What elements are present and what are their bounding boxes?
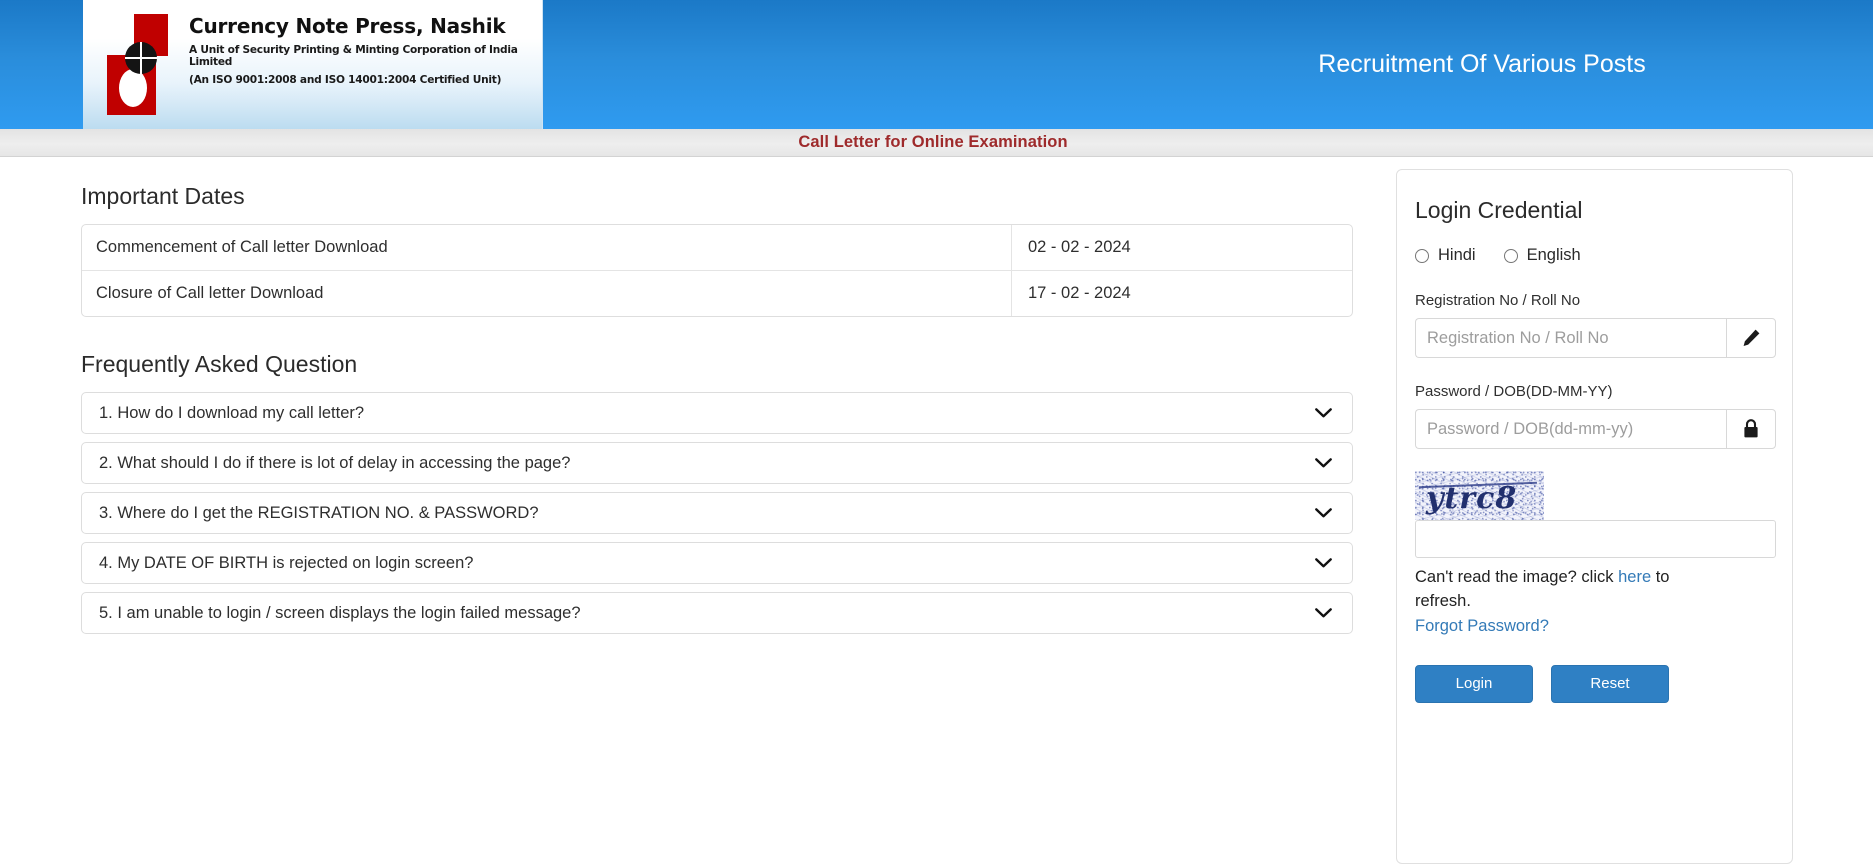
chevron-down-icon[interactable] [1315, 508, 1332, 518]
chevron-down-icon[interactable] [1315, 408, 1332, 418]
organisation-subtitle-1: A Unit of Security Printing & Minting Co… [189, 44, 518, 68]
lock-icon[interactable] [1726, 409, 1776, 449]
date-value: 17 - 02 - 2024 [1028, 284, 1131, 302]
captcha-text: ytrc8 [1426, 481, 1518, 516]
password-input-group [1415, 409, 1776, 449]
faq-heading: Frequently Asked Question [81, 351, 358, 377]
left-column: Important Dates Commencement of Call let… [81, 157, 1371, 642]
login-panel: Login Credential Hindi English Registrat… [1396, 169, 1793, 864]
login-button[interactable]: Login [1415, 664, 1533, 703]
faq-question-label: 5. I am unable to login / screen display… [99, 603, 581, 622]
sub-banner: Call Letter for Online Examination [0, 129, 1873, 157]
captcha-block: ytrc8 Can't read the image? click here t… [1415, 471, 1776, 636]
logo-panel: Currency Note Press, Nashik A Unit of Se… [83, 0, 543, 129]
important-dates-table: Commencement of Call letter Download 02 … [81, 224, 1353, 317]
important-dates-heading: Important Dates [81, 183, 245, 209]
date-label: Closure of Call letter Download [82, 271, 1012, 316]
reset-button[interactable]: Reset [1551, 664, 1669, 703]
radio-hindi[interactable]: Hindi [1415, 246, 1476, 265]
language-selector: Hindi English [1415, 246, 1774, 265]
table-row: Closure of Call letter Download 17 - 02 … [82, 271, 1352, 316]
captcha-help-prefix: Can't read the image? click [1415, 568, 1619, 586]
chevron-down-icon[interactable] [1315, 608, 1332, 618]
page-title: Recruitment Of Various Posts [1318, 50, 1646, 78]
faq-item-3[interactable]: 3. Where do I get the REGISTRATION NO. &… [81, 492, 1353, 534]
cnp-logo-icon [101, 12, 176, 117]
organisation-name: Currency Note Press, Nashik [189, 14, 506, 38]
table-row: Commencement of Call letter Download 02 … [82, 225, 1352, 271]
chevron-down-icon[interactable] [1315, 458, 1332, 468]
faq-question-label: 2. What should I do if there is lot of d… [99, 453, 571, 472]
captcha-image: ytrc8 [1415, 471, 1544, 520]
logo-globe-icon [125, 42, 157, 74]
site-header: Currency Note Press, Nashik A Unit of Se… [0, 0, 1873, 129]
sub-banner-text: Call Letter for Online Examination [798, 133, 1068, 151]
registration-input-group [1415, 318, 1776, 358]
logo-oval [119, 69, 147, 107]
logo-text-block: Currency Note Press, Nashik A Unit of Se… [189, 14, 534, 86]
page-content: Important Dates Commencement of Call let… [0, 157, 1873, 864]
faq-item-1[interactable]: 1. How do I download my call letter? [81, 392, 1353, 434]
radio-hindi-label: Hindi [1438, 246, 1476, 264]
registration-input[interactable] [1415, 318, 1726, 358]
date-label: Commencement of Call letter Download [82, 225, 1012, 271]
faq-question-label: 4. My DATE OF BIRTH is rejected on login… [99, 553, 474, 572]
forgot-password-link[interactable]: Forgot Password? [1415, 617, 1549, 636]
faq-question-label: 1. How do I download my call letter? [99, 403, 365, 422]
captcha-input[interactable] [1415, 520, 1776, 558]
pencil-icon[interactable] [1726, 318, 1776, 358]
radio-circle-icon[interactable] [1415, 248, 1429, 263]
password-label: Password / DOB(DD-MM-YY) [1415, 383, 1613, 400]
faq-question-label: 3. Where do I get the REGISTRATION NO. &… [99, 503, 539, 522]
radio-circle-icon[interactable] [1503, 248, 1518, 263]
captcha-help-text: Can't read the image? click here to refr… [1415, 565, 1715, 614]
chevron-down-icon[interactable] [1315, 558, 1332, 568]
login-button-row: Login Reset [1415, 664, 1774, 703]
password-input[interactable] [1415, 409, 1726, 449]
radio-english[interactable]: English [1503, 246, 1581, 265]
radio-english-label: English [1526, 246, 1581, 264]
faq-item-4[interactable]: 4. My DATE OF BIRTH is rejected on login… [81, 542, 1353, 584]
organisation-subtitle-2: (An ISO 9001:2008 and ISO 14001:2004 Cer… [189, 74, 502, 86]
login-panel-title: Login Credential [1415, 197, 1583, 223]
refresh-captcha-link[interactable]: here [1618, 568, 1651, 586]
faq-item-2[interactable]: 2. What should I do if there is lot of d… [81, 442, 1353, 484]
faq-item-5[interactable]: 5. I am unable to login / screen display… [81, 592, 1353, 634]
date-value: 02 - 02 - 2024 [1012, 225, 1352, 271]
registration-label: Registration No / Roll No [1415, 292, 1581, 309]
